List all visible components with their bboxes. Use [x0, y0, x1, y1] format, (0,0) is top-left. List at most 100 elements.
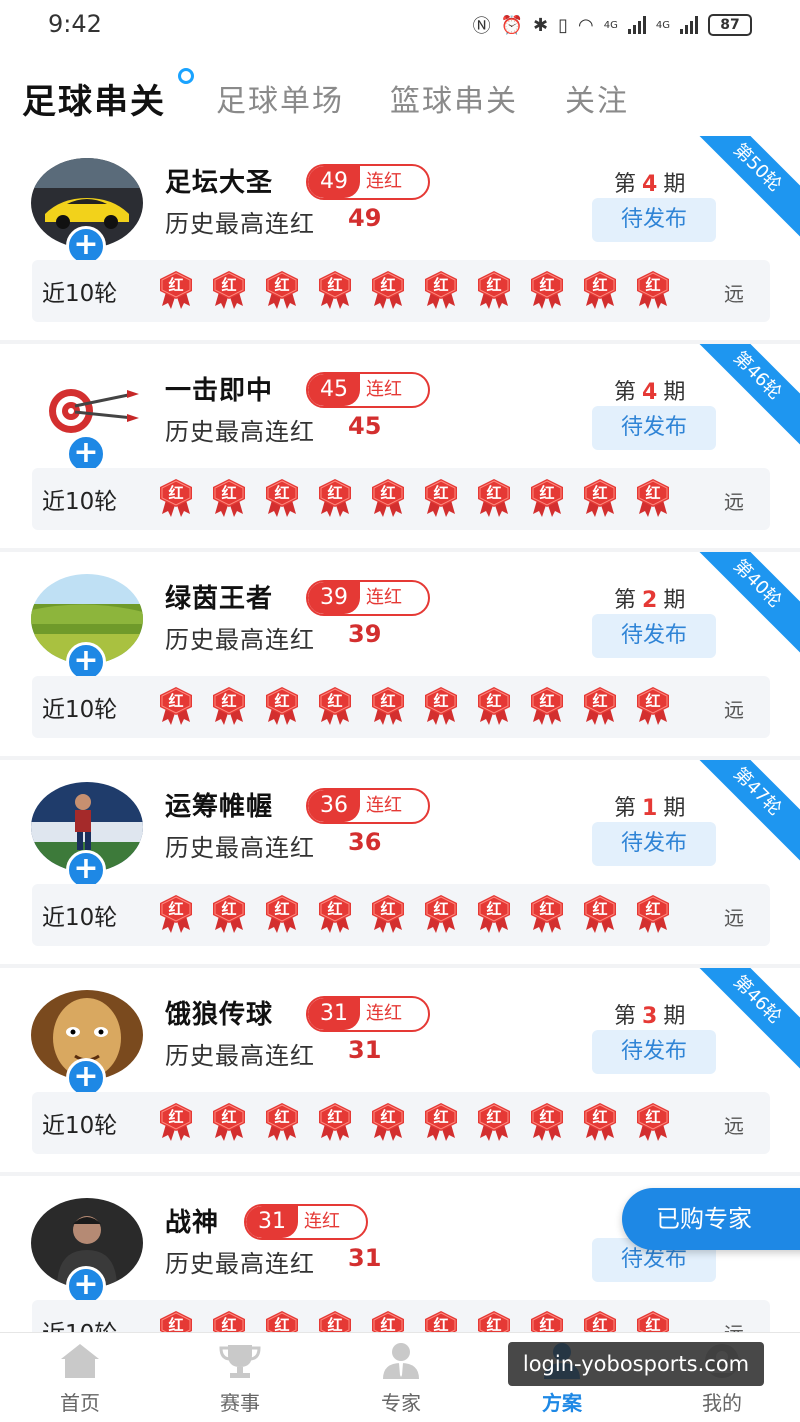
streak-count: 49	[308, 166, 360, 198]
result-win-text: 红	[274, 1108, 290, 1126]
period-prefix: 第	[614, 172, 637, 197]
result-win-badge: 红	[317, 1102, 353, 1142]
period-prefix: 第	[614, 588, 637, 613]
period-suffix: 期	[663, 172, 686, 197]
streak-label: 连红	[304, 1211, 340, 1232]
streak-count: 45	[308, 374, 360, 406]
result-win-badge: 红	[211, 270, 247, 310]
streak-label: 连红	[366, 171, 402, 192]
period-prefix: 第	[614, 1004, 637, 1029]
result-win-badge: 红	[211, 1310, 247, 1332]
result-win-badge: 红	[635, 1102, 671, 1142]
pending-publish-button[interactable]: 待发布	[592, 406, 716, 450]
result-win-text: 红	[221, 900, 237, 918]
result-win-badge: 红	[582, 270, 618, 310]
nav-matches[interactable]: 赛事	[200, 1341, 280, 1416]
pending-publish-button[interactable]: 待发布	[592, 614, 716, 658]
period-number: 4	[642, 380, 658, 405]
result-win-badge: 红	[529, 1310, 565, 1332]
period-text: 第4期	[614, 166, 685, 198]
alarm-icon: ⏰	[500, 14, 524, 36]
expert-card-2[interactable]: + 一击即中 45 连红 历史最高连红 45 第4期 待发布 第46轮 近10轮…	[0, 344, 800, 548]
far-label: 远	[724, 1114, 744, 1138]
tab-football-single[interactable]: 足球单场	[216, 76, 344, 120]
wifi-icon: ◠	[578, 14, 594, 36]
result-win-text: 红	[274, 484, 290, 502]
result-win-badge: 红	[635, 1310, 671, 1332]
nav-home[interactable]: 首页	[40, 1341, 120, 1416]
streak-badge: 31 连红	[306, 996, 430, 1032]
period-number: 2	[642, 588, 658, 613]
result-win-badge: 红	[529, 686, 565, 726]
period-number: 4	[642, 172, 658, 197]
result-win-badge: 红	[582, 1310, 618, 1332]
streak-label: 连红	[366, 379, 402, 400]
result-win-badge: 红	[370, 1102, 406, 1142]
result-win-badge: 红	[211, 686, 247, 726]
expert-card-1[interactable]: + 足坛大圣 49 连红 历史最高连红 49 第4期 待发布 第50轮 近10轮…	[0, 136, 800, 340]
pending-publish-button[interactable]: 待发布	[592, 198, 716, 242]
history-best-value: 45	[348, 412, 382, 440]
result-win-text: 红	[221, 1316, 237, 1332]
expert-name: 运筹帷幄	[165, 792, 274, 822]
result-win-badge: 红	[158, 270, 194, 310]
result-win-badge: 红	[529, 478, 565, 518]
result-win-text: 红	[221, 1108, 237, 1126]
result-win-text: 红	[380, 484, 396, 502]
period-prefix: 第	[614, 380, 637, 405]
result-win-badge: 红	[582, 1102, 618, 1142]
vibrate-icon: ▯	[558, 14, 569, 36]
result-win-text: 红	[645, 276, 661, 294]
result-win-text: 红	[592, 1316, 608, 1332]
result-win-text: 红	[433, 692, 449, 710]
result-badges: 红红红红红红红红红红	[158, 894, 671, 934]
expert-list: + 足坛大圣 49 连红 历史最高连红 49 第4期 待发布 第50轮 近10轮…	[0, 136, 800, 1332]
nfc-icon: Ⓝ	[472, 16, 491, 37]
result-win-text: 红	[645, 1108, 661, 1126]
history-best-label: 历史最高连红	[165, 626, 315, 654]
pending-publish-button[interactable]: 待发布	[592, 822, 716, 866]
expert-card-4[interactable]: + 运筹帷幄 36 连红 历史最高连红 36 第1期 待发布 第47轮 近10轮…	[0, 760, 800, 964]
expert-card-3[interactable]: + 绿茵王者 39 连红 历史最高连红 39 第2期 待发布 第40轮 近10轮…	[0, 552, 800, 756]
result-win-badge: 红	[211, 1102, 247, 1142]
result-win-badge: 红	[264, 270, 300, 310]
nav-label-plans: 方案	[542, 1391, 582, 1415]
period-text: 第3期	[614, 998, 685, 1030]
result-win-text: 红	[645, 692, 661, 710]
result-win-badge: 红	[370, 1310, 406, 1332]
result-win-text: 红	[168, 692, 184, 710]
tab-follow[interactable]: 关注	[565, 76, 629, 120]
result-win-text: 红	[380, 1316, 396, 1332]
nav-experts[interactable]: 专家	[361, 1341, 441, 1416]
result-win-text: 红	[327, 1108, 343, 1126]
result-win-text: 红	[433, 1108, 449, 1126]
tab-basketball-parlay[interactable]: 篮球串关	[390, 76, 518, 120]
expert-name: 足坛大圣	[165, 168, 274, 198]
pending-publish-button[interactable]: 待发布	[592, 1030, 716, 1074]
history-best-value: 31	[348, 1036, 382, 1064]
period-suffix: 期	[663, 380, 686, 405]
result-win-badge: 红	[264, 1102, 300, 1142]
history-best-label: 历史最高连红	[165, 210, 315, 238]
result-win-text: 红	[327, 484, 343, 502]
history-best-label: 历史最高连红	[165, 1042, 315, 1070]
result-win-badge: 红	[264, 686, 300, 726]
result-win-badge: 红	[529, 270, 565, 310]
network-label-1: 4G	[603, 19, 618, 31]
site-watermark: login-yobosports.com	[508, 1342, 764, 1386]
result-win-text: 红	[274, 900, 290, 918]
result-win-badge: 红	[370, 686, 406, 726]
tab-football-parlay[interactable]: 足球串关	[22, 74, 166, 123]
result-win-text: 红	[486, 1108, 502, 1126]
far-label: 远	[724, 906, 744, 930]
streak-count: 31	[246, 1206, 298, 1238]
result-win-text: 红	[486, 1316, 502, 1332]
purchased-experts-button[interactable]: 已购专家	[622, 1188, 800, 1250]
result-win-text: 红	[168, 484, 184, 502]
signal-icon-2	[680, 16, 698, 34]
result-win-badge: 红	[582, 478, 618, 518]
expert-card-5[interactable]: + 饿狼传球 31 连红 历史最高连红 31 第3期 待发布 第46轮 近10轮…	[0, 968, 800, 1172]
result-win-badge: 红	[635, 894, 671, 934]
history-best-value: 49	[348, 204, 382, 232]
result-win-text: 红	[592, 276, 608, 294]
